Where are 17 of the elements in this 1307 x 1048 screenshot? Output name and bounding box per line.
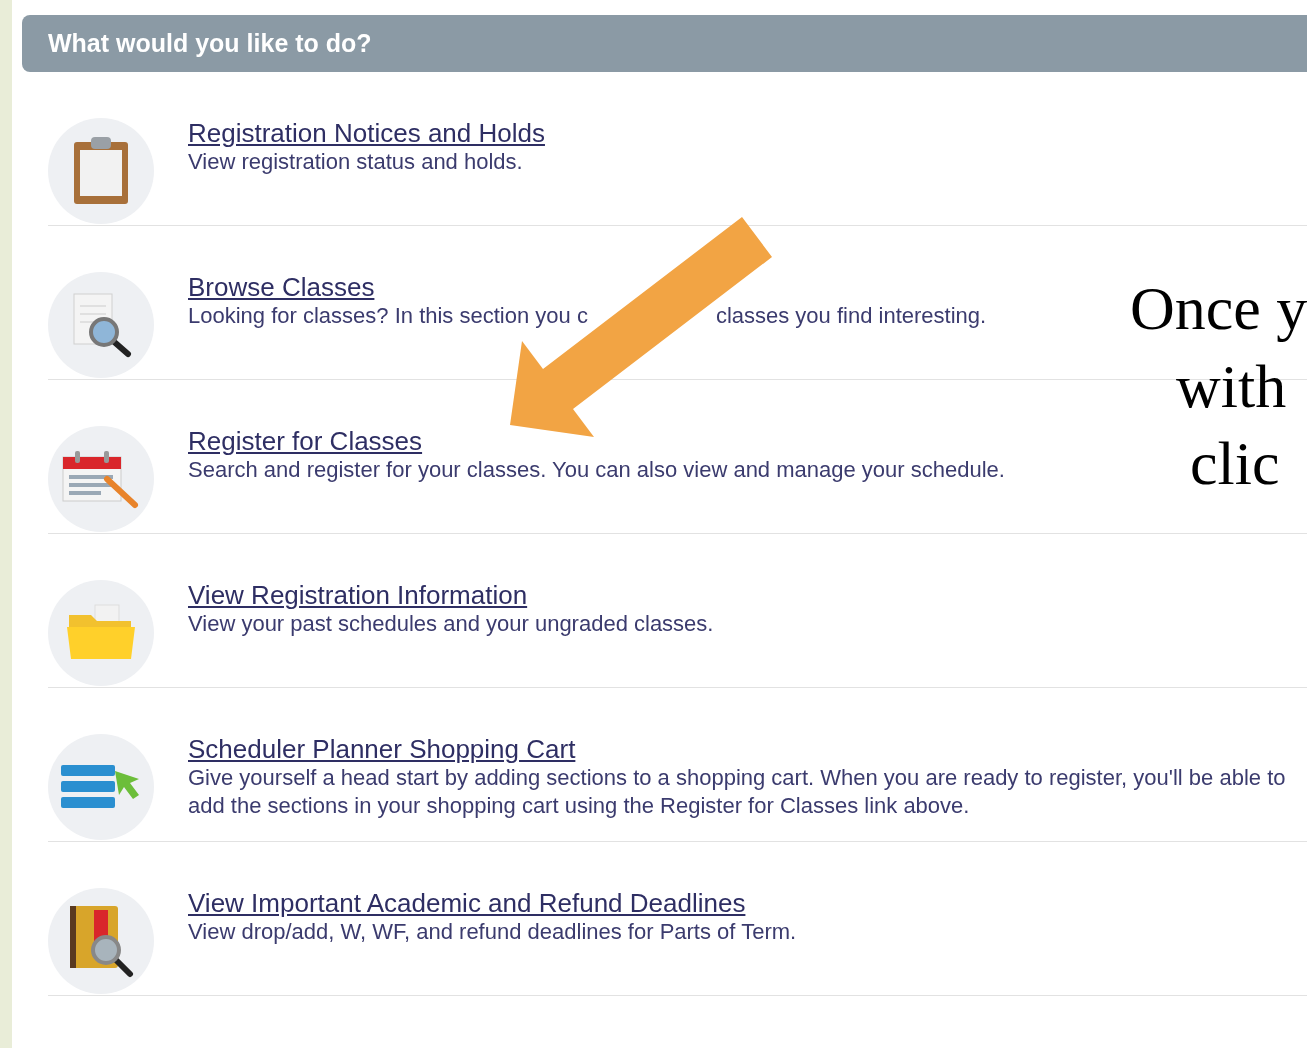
slide-text: Once y [1130,273,1307,344]
description-text: View drop/add, W, WF, and refund deadlines for Parts of Term. [188,918,797,946]
slide-text: clic [1190,428,1280,499]
description-text: View your past schedules and your ungraded classes. [188,610,714,638]
item-link[interactable]: Browse Classes [188,272,375,302]
item-link[interactable]: Register for Classes [188,426,423,456]
header-title: What would you like to do? [48,29,372,58]
description-text: View registration status and holds. [188,148,524,176]
item-link[interactable]: View Important Academic and Refund Deadlines [188,888,746,918]
description-text: Looking for classes? In this section you c [188,302,588,330]
item-link[interactable]: Scheduler Planner Shopping Cart [188,734,576,764]
description-text: classes you find interesting. [715,302,987,330]
description-text: Give yourself a head start by adding sections to a shopping cart. When you are ready to register, you'll be able to add the sections in your shopping cart using the Register for Classes link above. [188,764,1286,820]
item-link[interactable]: Registration Notices and Holds [188,118,545,148]
item-link[interactable]: View Registration Information [188,580,528,610]
slide-text: with [1176,351,1287,422]
description-text: Search and register for your classes. You can also view and manage your schedule. [188,456,1005,484]
